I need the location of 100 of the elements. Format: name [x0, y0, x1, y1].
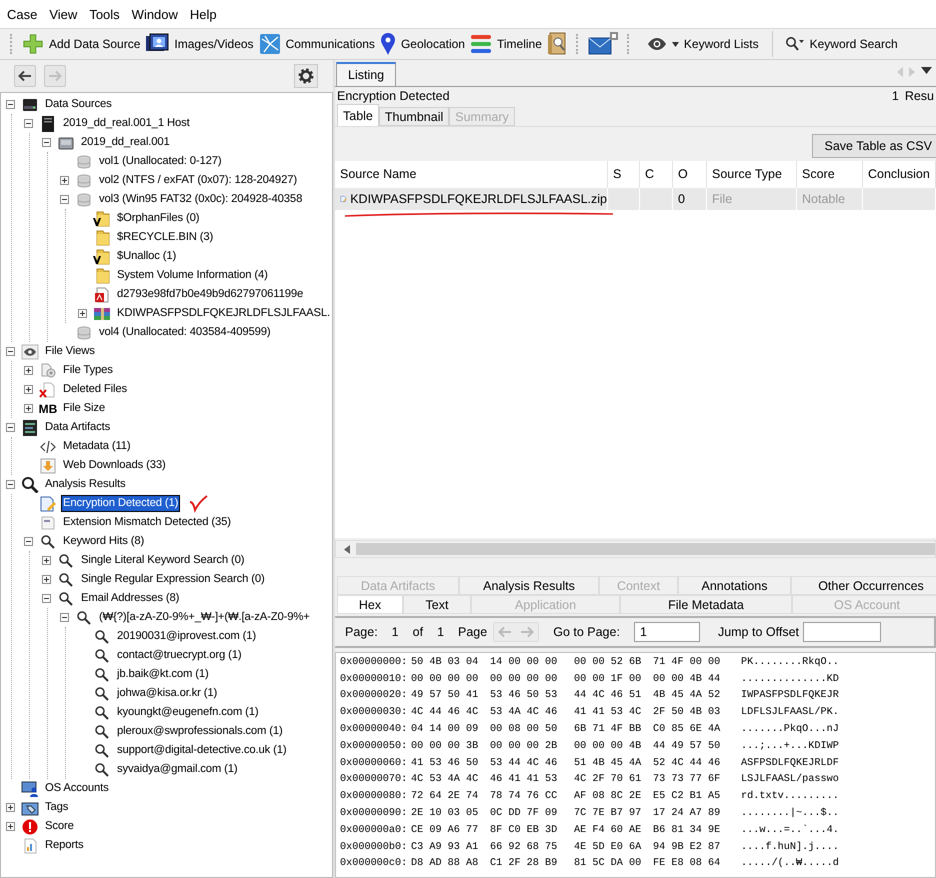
tree-item[interactable]: vol2 (NTFS / exFAT (0x07): 128-204927)	[97, 172, 299, 189]
tree-item[interactable]: File Views	[43, 343, 97, 360]
table-row[interactable]: KDIWPASFPSDLFQKEJRLDFLSJLFAASL.zip 0 File Notable	[335, 188, 936, 210]
tree-item[interactable]: vol3 (Win95 FAT32 (0x0c): 204928-40358	[97, 191, 304, 208]
toolbar-button[interactable]: Keyword Search	[782, 30, 900, 58]
tree-toggle[interactable]	[24, 404, 33, 413]
tree-item[interactable]: vol4 (Unallocated: 403584-409599)	[97, 324, 273, 341]
toolbar-button[interactable]: Geolocation	[378, 30, 467, 58]
menu-item[interactable]: Tools	[85, 6, 128, 22]
viewer-tab[interactable]: Annotations	[678, 576, 791, 595]
tree-toggle[interactable]	[6, 100, 15, 109]
back-button[interactable]	[14, 65, 36, 87]
view-tab[interactable]: Table	[337, 104, 379, 126]
viewer-tab[interactable]: File Metadata	[620, 595, 792, 614]
tree-item[interactable]: Extension Mismatch Detected (35)	[61, 514, 233, 531]
offset-field[interactable]	[803, 622, 881, 642]
tree-item[interactable]: Web Downloads (33)	[61, 457, 168, 474]
scroll-left-icon	[897, 67, 903, 77]
tree-item[interactable]: Keyword Hits (8)	[61, 533, 146, 550]
tree-toggle[interactable]	[42, 138, 51, 147]
tree-item[interactable]: Data Sources	[43, 96, 114, 113]
tree-item[interactable]: $Unalloc (1)	[115, 248, 178, 265]
tree-item[interactable]: $RECYCLE.BIN (3)	[115, 229, 216, 246]
hex-offset: 0x00000030:	[340, 707, 408, 718]
hex-bytes: 4C 2F 70 61	[574, 774, 642, 786]
tree-item[interactable]: Encryption Detected (1)	[61, 495, 180, 512]
network-icon	[258, 33, 281, 55]
tree-toggle[interactable]	[6, 803, 15, 812]
tree-toggle[interactable]	[6, 480, 15, 489]
menu-item[interactable]: View	[45, 6, 86, 22]
tree-item[interactable]: contact@truecrypt.org (1)	[115, 647, 244, 664]
tree-item[interactable]: Tags	[43, 799, 70, 816]
save-csv-button[interactable]: Save Table as CSV	[812, 134, 936, 158]
tree-item[interactable]: kyoungkt@eugenefn.com (1)	[115, 704, 260, 721]
hex-bytes: CE 09 A6 77	[411, 824, 480, 836]
viewer-tab[interactable]: Other Occurrences	[791, 576, 936, 595]
tree-item[interactable]: (₩{?)[a-zA-Z0-9%+_₩-]+(₩.[a-zA-Z0-9%+	[97, 609, 312, 626]
tree-toggle[interactable]	[24, 385, 33, 394]
tree-toggle[interactable]	[42, 594, 51, 603]
tree-item[interactable]: jb.baik@kt.com (1)	[115, 666, 211, 683]
viewer-tab[interactable]: Analysis Results	[459, 576, 599, 595]
tree-toggle[interactable]	[60, 613, 69, 622]
scrollbar-thumb[interactable]	[356, 543, 935, 555]
tree-item[interactable]: pleroux@swprofessionals.com (1)	[115, 723, 285, 740]
page-nav-label: Page	[458, 625, 488, 639]
hex-bytes: 00 00 00 00	[411, 674, 480, 685]
toolbar-button[interactable]: Images/Videos	[143, 30, 256, 58]
hex-offset: 0x00000060:	[340, 758, 408, 769]
tree-toggle[interactable]	[42, 575, 51, 584]
tree-item[interactable]: support@digital-detective.co.uk (1)	[115, 742, 288, 759]
toolbar-button[interactable]: Add Data Source	[20, 30, 142, 58]
toolbar-button[interactable]: Timeline	[468, 30, 544, 58]
tree-item[interactable]: OS Accounts	[43, 780, 111, 797]
tree-toggle[interactable]	[78, 309, 87, 318]
menu-item[interactable]: Window	[128, 6, 186, 22]
tree-item[interactable]: $OrphanFiles (0)	[115, 210, 202, 227]
tree-item[interactable]: Reports	[43, 837, 86, 854]
tree-toggle[interactable]	[24, 119, 33, 128]
tree-toggle[interactable]	[60, 176, 69, 185]
viewer-tab[interactable]: Hex	[337, 595, 403, 614]
menu-item[interactable]: Help	[186, 6, 225, 22]
tree-toggle[interactable]	[24, 366, 33, 375]
view-tab[interactable]: Thumbnail	[378, 107, 450, 126]
toolbar-button[interactable]: Communications	[256, 30, 377, 58]
tree-item[interactable]: Score	[43, 818, 76, 835]
tree-item[interactable]: Single Literal Keyword Search (0)	[79, 552, 246, 569]
tree-item[interactable]: 20190031@iprovest.com (1)	[115, 628, 258, 645]
tree-toggle[interactable]	[42, 556, 51, 565]
tree-item[interactable]: 2019_dd_real.001_1 Host	[61, 115, 192, 132]
tree-toggle[interactable]	[60, 195, 69, 204]
tree-item[interactable]: Email Addresses (8)	[79, 590, 182, 607]
tree-toggle[interactable]	[24, 537, 33, 546]
viewer-tab[interactable]: Text	[403, 595, 471, 614]
tree-item[interactable]: Data Artifacts	[43, 419, 112, 436]
menu-item[interactable]: Case	[3, 6, 46, 22]
toolbar-button[interactable]: Keyword Lists	[644, 30, 761, 58]
scroll-left-icon	[344, 544, 350, 554]
horizontal-scrollbar[interactable]	[335, 540, 936, 558]
tree-toggle[interactable]	[6, 423, 15, 432]
tree-item[interactable]: Deleted Files	[61, 381, 129, 398]
tree-item[interactable]: File Types	[61, 362, 115, 379]
tree-item[interactable]: Single Regular Expression Search (0)	[79, 571, 267, 588]
tree-item[interactable]: d2793e98fd7b0e49b9d62797061199e	[115, 286, 306, 303]
tree-item[interactable]: Analysis Results	[43, 476, 128, 493]
tree-item[interactable]: syvaidya@gmail.com (1)	[115, 761, 240, 778]
tree-item[interactable]: System Volume Information (4)	[115, 267, 270, 284]
settings-button[interactable]	[294, 64, 318, 88]
tree-item[interactable]: File Size	[61, 400, 107, 417]
tree-toggle[interactable]	[6, 347, 15, 356]
listing-tab[interactable]: Listing	[336, 62, 396, 86]
tree-item[interactable]: johwa@kisa.or.kr (1)	[115, 685, 220, 702]
hex-bytes: AF 08 8C 2E	[574, 791, 642, 802]
tree-item[interactable]: KDIWPASFPSDLFQKEJRLDFLSJLFAASL.	[115, 305, 332, 322]
tree-item[interactable]: 2019_dd_real.001	[79, 134, 172, 151]
tree-toggle[interactable]	[6, 822, 15, 831]
hex-bytes: FE E8 08 64	[653, 858, 722, 870]
view-title: Encryption Detected	[337, 88, 450, 102]
tree-item[interactable]: vol1 (Unallocated: 0-127)	[97, 153, 224, 170]
tree-item[interactable]: Metadata (11)	[61, 438, 133, 455]
goto-page-field[interactable]: 1	[634, 622, 700, 642]
